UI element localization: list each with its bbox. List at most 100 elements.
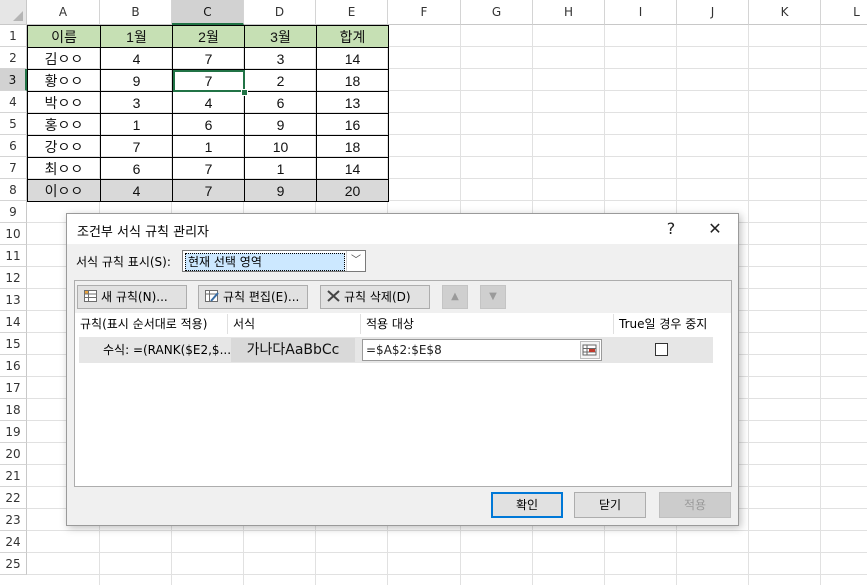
cell-b7[interactable]: 6 bbox=[100, 157, 173, 180]
column-header-d[interactable]: D bbox=[244, 0, 316, 25]
row-header-14[interactable]: 14 bbox=[0, 311, 27, 333]
rule-row[interactable]: 수식: =(RANK($E2,$... 가나다AaBbCc =$A$2:$E$8 bbox=[79, 337, 713, 363]
column-header-e[interactable]: E bbox=[316, 0, 388, 25]
column-header-l[interactable]: L bbox=[821, 0, 867, 25]
cell-d3[interactable]: 2 bbox=[244, 69, 317, 92]
row-header-12[interactable]: 12 bbox=[0, 267, 27, 289]
show-rules-dropdown[interactable]: 현재 선택 영역 ﹀ bbox=[182, 250, 366, 272]
close-button[interactable]: 닫기 bbox=[574, 492, 646, 518]
row-header-3[interactable]: 3 bbox=[0, 69, 27, 91]
row-header-19[interactable]: 19 bbox=[0, 421, 27, 443]
row-header-9[interactable]: 9 bbox=[0, 201, 27, 223]
column-header-format[interactable]: 서식 bbox=[228, 314, 361, 334]
cell-c7[interactable]: 7 bbox=[172, 157, 245, 180]
cell-d5[interactable]: 9 bbox=[244, 113, 317, 136]
cell-e1[interactable]: 합계 bbox=[316, 25, 389, 48]
cell-b4[interactable]: 3 bbox=[100, 91, 173, 114]
column-header-rule[interactable]: 규칙(표시 순서대로 적용) bbox=[75, 314, 228, 334]
range-select-icon[interactable] bbox=[580, 341, 600, 359]
row-header-2[interactable]: 2 bbox=[0, 47, 27, 69]
column-header-i[interactable]: I bbox=[605, 0, 677, 25]
row-header-15[interactable]: 15 bbox=[0, 333, 27, 355]
row-header-10[interactable]: 10 bbox=[0, 223, 27, 245]
row-header-4[interactable]: 4 bbox=[0, 91, 27, 113]
cell-e7[interactable]: 14 bbox=[316, 157, 389, 180]
row-header-22[interactable]: 22 bbox=[0, 487, 27, 509]
cell-a2[interactable]: 김ㅇㅇ bbox=[27, 47, 101, 70]
column-header-j[interactable]: J bbox=[677, 0, 749, 25]
cell-b8[interactable]: 4 bbox=[100, 179, 173, 202]
row-header-17[interactable]: 17 bbox=[0, 377, 27, 399]
cell-a7[interactable]: 최ㅇㅇ bbox=[27, 157, 101, 180]
row-header-11[interactable]: 11 bbox=[0, 245, 27, 267]
row-header-24[interactable]: 24 bbox=[0, 531, 27, 553]
row-header-23[interactable]: 23 bbox=[0, 509, 27, 531]
cell-e8[interactable]: 20 bbox=[316, 179, 389, 202]
move-up-button[interactable]: ▲ bbox=[442, 285, 468, 309]
cell-b5[interactable]: 1 bbox=[100, 113, 173, 136]
cell-c3[interactable]: 7 bbox=[172, 69, 245, 92]
column-header-b[interactable]: B bbox=[100, 0, 172, 25]
fill-handle[interactable] bbox=[241, 89, 248, 96]
dialog-titlebar[interactable]: 조건부 서식 규칙 관리자 ? ✕ bbox=[67, 214, 738, 244]
row-header-5[interactable]: 5 bbox=[0, 113, 27, 135]
cell-a6[interactable]: 강ㅇㅇ bbox=[27, 135, 101, 158]
help-button[interactable]: ? bbox=[654, 214, 688, 244]
chevron-down-icon[interactable]: ﹀ bbox=[346, 251, 365, 271]
cell-c1[interactable]: 2월 bbox=[172, 25, 245, 48]
column-header-c[interactable]: C bbox=[172, 0, 244, 25]
stop-if-true-checkbox[interactable] bbox=[655, 343, 668, 356]
column-header-k[interactable]: K bbox=[749, 0, 821, 25]
move-down-button[interactable]: ▼ bbox=[480, 285, 506, 309]
cell-e3[interactable]: 18 bbox=[316, 69, 389, 92]
cell-e6[interactable]: 18 bbox=[316, 135, 389, 158]
delete-rule-button[interactable]: 규칙 삭제(D) bbox=[320, 285, 430, 309]
column-header-applies-to[interactable]: 적용 대상 bbox=[361, 314, 614, 334]
column-header-h[interactable]: H bbox=[533, 0, 605, 25]
cell-d4[interactable]: 6 bbox=[244, 91, 317, 114]
cell-c8[interactable]: 7 bbox=[172, 179, 245, 202]
cell-a1[interactable]: 이름 bbox=[27, 25, 101, 48]
column-header-stop-if-true[interactable]: True일 경우 중지 bbox=[614, 314, 724, 334]
cell-d6[interactable]: 10 bbox=[244, 135, 317, 158]
cell-b1[interactable]: 1월 bbox=[100, 25, 173, 48]
new-rule-button[interactable]: 새 규칙(N)... bbox=[77, 285, 187, 309]
cell-c4[interactable]: 4 bbox=[172, 91, 245, 114]
cell-a4[interactable]: 박ㅇㅇ bbox=[27, 91, 101, 114]
row-header-25[interactable]: 25 bbox=[0, 553, 27, 575]
cell-d7[interactable]: 1 bbox=[244, 157, 317, 180]
row-header-8[interactable]: 8 bbox=[0, 179, 27, 201]
cell-c2[interactable]: 7 bbox=[172, 47, 245, 70]
cell-c5[interactable]: 6 bbox=[172, 113, 245, 136]
row-header-6[interactable]: 6 bbox=[0, 135, 27, 157]
cell-b3[interactable]: 9 bbox=[100, 69, 173, 92]
cell-a5[interactable]: 홍ㅇㅇ bbox=[27, 113, 101, 136]
cell-a8[interactable]: 이ㅇㅇ bbox=[27, 179, 101, 202]
cell-e2[interactable]: 14 bbox=[316, 47, 389, 70]
cell-a3[interactable]: 황ㅇㅇ bbox=[27, 69, 101, 92]
row-header-18[interactable]: 18 bbox=[0, 399, 27, 421]
edit-rule-button[interactable]: 규칙 편집(E)... bbox=[198, 285, 308, 309]
column-header-a[interactable]: A bbox=[27, 0, 100, 25]
close-icon[interactable]: ✕ bbox=[698, 214, 732, 244]
row-header-1[interactable]: 1 bbox=[0, 25, 27, 47]
cell-c6[interactable]: 1 bbox=[172, 135, 245, 158]
row-header-21[interactable]: 21 bbox=[0, 465, 27, 487]
row-header-20[interactable]: 20 bbox=[0, 443, 27, 465]
row-header-16[interactable]: 16 bbox=[0, 355, 27, 377]
column-header-f[interactable]: F bbox=[388, 0, 461, 25]
apply-button[interactable]: 적용 bbox=[659, 492, 731, 518]
applies-to-input[interactable]: =$A$2:$E$8 bbox=[362, 339, 602, 361]
cell-d8[interactable]: 9 bbox=[244, 179, 317, 202]
ok-button[interactable]: 확인 bbox=[491, 492, 563, 518]
column-header-g[interactable]: G bbox=[461, 0, 533, 25]
cell-e5[interactable]: 16 bbox=[316, 113, 389, 136]
cell-b2[interactable]: 4 bbox=[100, 47, 173, 70]
row-header-7[interactable]: 7 bbox=[0, 157, 27, 179]
row-header-13[interactable]: 13 bbox=[0, 289, 27, 311]
cell-d1[interactable]: 3월 bbox=[244, 25, 317, 48]
select-all-corner[interactable] bbox=[0, 0, 27, 25]
cell-d2[interactable]: 3 bbox=[244, 47, 317, 70]
cell-e4[interactable]: 13 bbox=[316, 91, 389, 114]
data-table[interactable]: 이름 1월 2월 3월 합계 김ㅇㅇ 4 7 3 14 황ㅇㅇ 9 7 2 18 박ㅇㅇ 3 4 6 13 홍ㅇㅇ 1 6 9… bbox=[27, 25, 389, 202]
